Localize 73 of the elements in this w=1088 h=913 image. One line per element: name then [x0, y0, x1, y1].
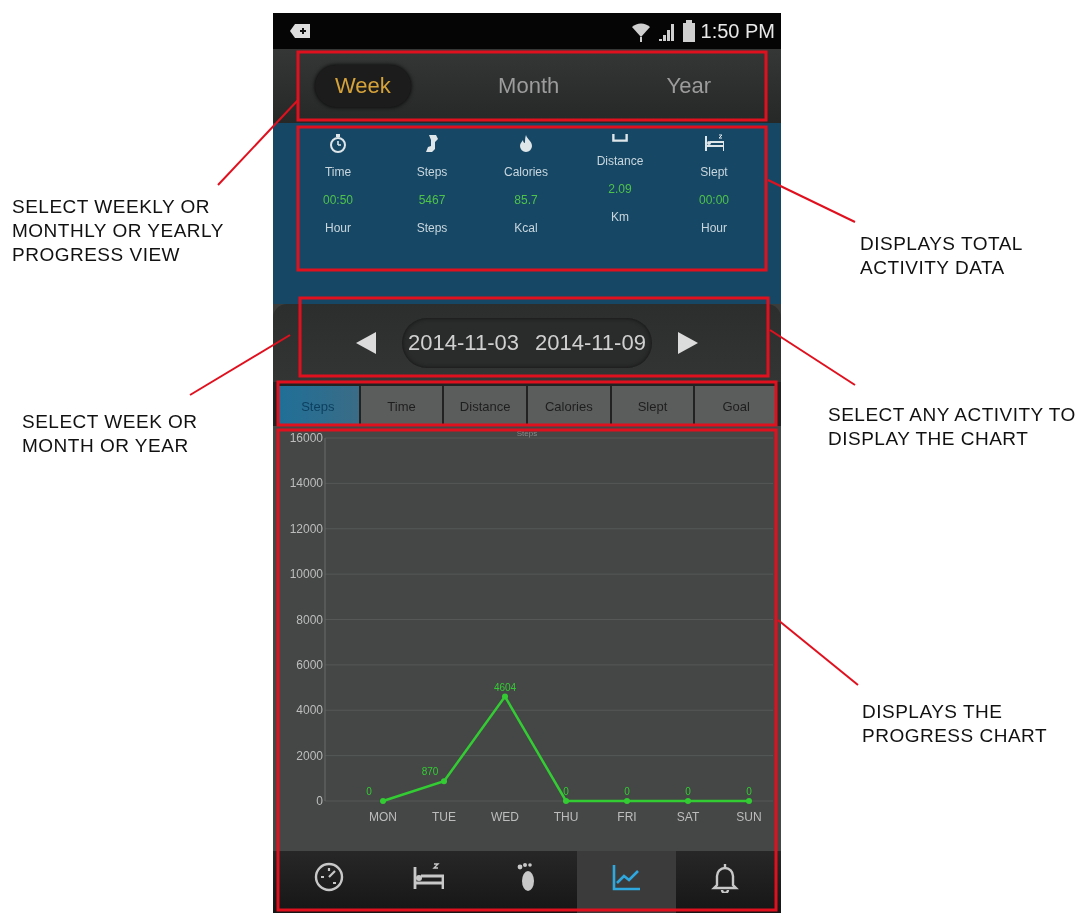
- stat-unit: Hour: [325, 220, 351, 235]
- gauge-icon: [312, 861, 345, 894]
- stat-unit: Steps: [416, 220, 448, 235]
- data-point: [563, 798, 569, 805]
- callout-text: SELECT WEEKLY OR MONTHLY OR YEARLY PROGRESS VIEW: [12, 195, 225, 267]
- data-point: [441, 778, 447, 785]
- bed-icon: [704, 132, 724, 153]
- stat-unit: Hour: [701, 220, 727, 235]
- callout-text: DISPLAYS TOTAL ACTIVITY DATA: [860, 232, 1024, 280]
- activity-tab[interactable]: Time: [360, 386, 443, 427]
- signal-icon: [656, 21, 677, 42]
- activity-tab[interactable]: Goal: [695, 386, 777, 427]
- stat-label: Calories: [504, 164, 548, 179]
- data-point: [624, 798, 630, 805]
- data-label: 870: [421, 766, 439, 778]
- axis-label: 0: [316, 794, 323, 809]
- axis-label: 14000: [289, 476, 323, 491]
- callout-text: SELECT ANY ACTIVITY TO DISPLAY THE CHART: [828, 403, 1077, 451]
- data-label: 0: [624, 786, 630, 798]
- right-triangle-icon: [677, 332, 698, 355]
- ruler-icon: [612, 132, 628, 142]
- callout-text: SELECT WEEK OR MONTH OR YEAR: [22, 410, 199, 458]
- data-point: [746, 798, 752, 805]
- stat-label: Distance: [596, 153, 644, 168]
- stat-value: 5467: [418, 192, 446, 207]
- callout-text: DISPLAYS THE PROGRESS CHART: [862, 700, 1049, 748]
- axis-label: WED: [491, 810, 519, 825]
- period-tab[interactable]: Year: [646, 64, 731, 107]
- stat-unit: Kcal: [514, 220, 538, 235]
- axis-label: 8000: [296, 612, 323, 627]
- data-label: 0: [563, 786, 569, 798]
- stat-unit: Km: [611, 209, 629, 224]
- axis-label: 10000: [289, 567, 323, 582]
- stat-label: Steps: [416, 164, 448, 179]
- activity-tab[interactable]: Calories: [528, 386, 610, 427]
- data-label: 0: [366, 786, 372, 798]
- data-label: 0: [685, 786, 691, 798]
- axis-label: THU: [553, 810, 579, 825]
- stat-label: Time: [324, 164, 352, 179]
- left-triangle-icon: [356, 332, 377, 355]
- axis-label: 6000: [296, 658, 323, 673]
- next-button[interactable]: [677, 332, 698, 355]
- period-tab[interactable]: Month: [478, 64, 580, 107]
- data-label: 4604: [493, 681, 517, 693]
- end-date: 2014-11-09: [535, 330, 646, 357]
- previous-button[interactable]: [356, 332, 377, 355]
- wifi-icon: [630, 20, 651, 43]
- stopwatch-icon: [328, 132, 348, 153]
- data-point: [502, 693, 508, 700]
- axis-label: 12000: [289, 522, 323, 537]
- activity-tab[interactable]: Distance: [444, 386, 526, 427]
- axis-label: SUN: [736, 810, 762, 825]
- axis-label: FRI: [617, 810, 637, 825]
- stat-label: Slept: [700, 164, 728, 179]
- status-time: 1:50 PM: [700, 19, 775, 43]
- axis-label: 16000: [289, 431, 323, 446]
- data-point: [380, 798, 386, 805]
- axis-label: 4000: [296, 703, 323, 718]
- stat-value: 85.7: [514, 192, 538, 207]
- back-icon: [289, 23, 311, 40]
- axis-label: 2000: [296, 748, 323, 763]
- axis-label: TUE: [432, 810, 456, 825]
- stat-value: 00:00: [699, 192, 729, 207]
- stat-value: 2.09: [608, 181, 632, 196]
- data-label: 0: [746, 786, 752, 798]
- battery-icon: [682, 20, 695, 43]
- data-point: [685, 798, 691, 805]
- axis-label: MON: [369, 810, 397, 825]
- stat-value: 00:50: [323, 192, 353, 207]
- axis-label: SAT: [676, 810, 700, 825]
- period-tab[interactable]: Week: [315, 64, 411, 107]
- activity-tab[interactable]: Slept: [611, 386, 694, 427]
- start-date: 2014-11-03: [408, 330, 519, 357]
